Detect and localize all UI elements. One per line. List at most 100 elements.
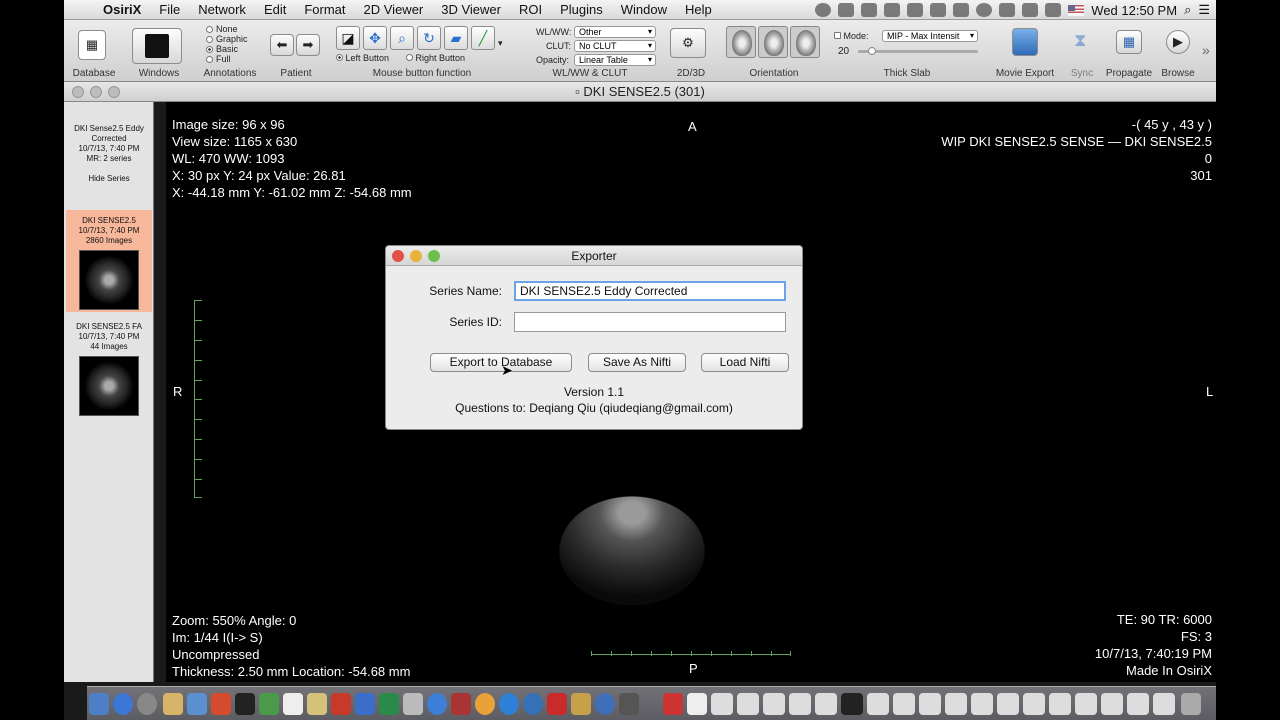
trash-icon[interactable] — [1181, 693, 1201, 715]
opacity-popup[interactable]: Linear Table — [574, 54, 656, 66]
preview-icon[interactable] — [163, 693, 183, 715]
shield-icon[interactable] — [838, 3, 855, 17]
dialog-minimize-icon[interactable] — [410, 250, 422, 262]
activity-monitor-icon[interactable] — [619, 693, 639, 715]
window-thumb-icon[interactable] — [971, 693, 993, 715]
window-thumb-icon[interactable] — [711, 693, 733, 715]
window-thumb-icon[interactable] — [893, 693, 915, 715]
toolbar-overflow-icon[interactable]: » — [1202, 42, 1210, 58]
system-preferences-icon[interactable] — [403, 693, 423, 715]
spotlight-icon[interactable]: ⌕ — [1184, 2, 1191, 18]
globe-icon[interactable] — [499, 693, 519, 715]
window-thumb-icon[interactable] — [815, 693, 837, 715]
window-thumb-icon[interactable] — [1127, 693, 1149, 715]
browse-play-icon[interactable]: ▶ — [1166, 30, 1190, 54]
window-thumb-icon[interactable] — [919, 693, 941, 715]
wlww-tool-icon[interactable]: ◪ — [336, 26, 360, 50]
finder-icon[interactable] — [89, 693, 109, 715]
window-thumb-icon[interactable] — [945, 693, 967, 715]
window-icon[interactable] — [861, 3, 878, 17]
annotation-full-option[interactable]: Full — [206, 54, 248, 64]
dialog-zoom-icon[interactable] — [428, 250, 440, 262]
slab-slider-knob[interactable] — [868, 47, 876, 55]
tools-more-icon[interactable]: ▾ — [498, 38, 503, 49]
quicktime-icon[interactable] — [595, 693, 615, 715]
series-thumbnail[interactable] — [79, 356, 139, 416]
mail-icon[interactable] — [187, 693, 207, 715]
window-thumb-icon[interactable] — [1075, 693, 1097, 715]
rotate-tool-icon[interactable]: ↻ — [417, 26, 441, 50]
wifi-icon[interactable] — [1022, 3, 1039, 17]
filezilla-icon[interactable] — [331, 693, 351, 715]
window-thumb-icon[interactable] — [737, 693, 759, 715]
twod3d-button[interactable]: ⚙ — [670, 28, 706, 58]
document-icon[interactable] — [687, 693, 707, 715]
series-card[interactable]: DKI SENSE2.5 10/7/13, 7:40 PM 2860 Image… — [66, 210, 152, 312]
window-thumb-icon[interactable] — [789, 693, 811, 715]
osirix-icon[interactable] — [571, 693, 591, 715]
battery-icon[interactable] — [1045, 3, 1062, 17]
window-thumb-icon[interactable] — [1153, 693, 1175, 715]
window-thumb-icon[interactable] — [763, 693, 785, 715]
powerpoint-icon[interactable] — [211, 693, 231, 715]
menu-edit[interactable]: Edit — [255, 2, 295, 17]
series-id-input[interactable] — [514, 312, 786, 332]
hide-series-button[interactable]: Hide Series — [66, 174, 152, 184]
photo-booth-icon[interactable] — [451, 693, 471, 715]
annotation-graphic-option[interactable]: Graphic — [206, 34, 248, 44]
patient-next-button[interactable]: ➡ — [296, 34, 320, 56]
movie-export-icon[interactable] — [1012, 28, 1038, 56]
launchpad-icon[interactable] — [137, 693, 157, 715]
axial-head-icon[interactable] — [726, 26, 756, 58]
mode-popup[interactable]: MIP - Max Intensit — [882, 30, 978, 42]
bluetooth-icon[interactable] — [999, 3, 1016, 17]
input-source-flag-icon[interactable] — [1068, 4, 1085, 16]
clut-popup[interactable]: No CLUT — [574, 40, 656, 52]
scroll-tool-icon[interactable]: ▰ — [444, 26, 468, 50]
menu-roi[interactable]: ROI — [510, 2, 551, 17]
mode-checkbox[interactable]: Mode: — [834, 31, 869, 41]
moon-icon[interactable] — [815, 3, 832, 17]
notes-icon[interactable] — [307, 693, 327, 715]
chrome-icon[interactable] — [475, 693, 495, 715]
terminal-icon[interactable] — [235, 693, 255, 715]
slab-slider[interactable] — [858, 47, 978, 55]
window-thumb-icon[interactable] — [867, 693, 889, 715]
acrobat-icon[interactable] — [547, 693, 567, 715]
menu-format[interactable]: Format — [295, 2, 354, 17]
excel-icon[interactable] — [379, 693, 399, 715]
safari-icon[interactable] — [113, 693, 133, 715]
menu-window[interactable]: Window — [612, 2, 676, 17]
record-icon[interactable] — [953, 3, 970, 17]
series-name-input[interactable] — [514, 281, 786, 301]
series-card[interactable]: DKI SENSE2.5 FA 10/7/13, 7:40 PM 44 Imag… — [66, 318, 152, 420]
window-thumb-icon[interactable] — [997, 693, 1019, 715]
propagate-icon[interactable]: ▦ — [1116, 30, 1142, 54]
wlww-popup[interactable]: Other — [574, 26, 656, 38]
measure-tool-icon[interactable]: ╱ — [471, 26, 495, 50]
time-machine-icon[interactable] — [976, 3, 993, 17]
zoom-tool-icon[interactable]: ⌕ — [390, 26, 414, 50]
docs-folder-icon[interactable] — [663, 693, 683, 715]
database-icon[interactable]: ▦ — [78, 30, 106, 60]
series-thumbnail[interactable] — [79, 250, 139, 310]
hourglass-icon[interactable]: ⧗ — [1074, 30, 1087, 51]
growl-icon[interactable] — [884, 3, 901, 17]
menu-3d-viewer[interactable]: 3D Viewer — [432, 2, 510, 17]
menu-app[interactable]: OsiriX — [94, 2, 150, 17]
calendar-icon[interactable] — [283, 693, 303, 715]
maps-icon[interactable] — [259, 693, 279, 715]
move-tool-icon[interactable]: ✥ — [363, 26, 387, 50]
menu-clock[interactable]: Wed 12:50 PM — [1091, 3, 1177, 18]
load-nifti-button[interactable]: Load Nifti — [701, 353, 789, 372]
menu-plugins[interactable]: Plugins — [551, 2, 612, 17]
word-icon[interactable] — [355, 693, 375, 715]
menu-network[interactable]: Network — [189, 2, 255, 17]
window-thumb-icon[interactable] — [1101, 693, 1123, 715]
grid-icon[interactable] — [930, 3, 947, 17]
annotation-basic-option[interactable]: Basic — [206, 44, 248, 54]
left-button-option[interactable]: Left Button — [336, 53, 389, 63]
window-thumb-icon[interactable] — [1049, 693, 1071, 715]
sagittal-head-icon[interactable] — [790, 26, 820, 58]
coronal-head-icon[interactable] — [758, 26, 788, 58]
